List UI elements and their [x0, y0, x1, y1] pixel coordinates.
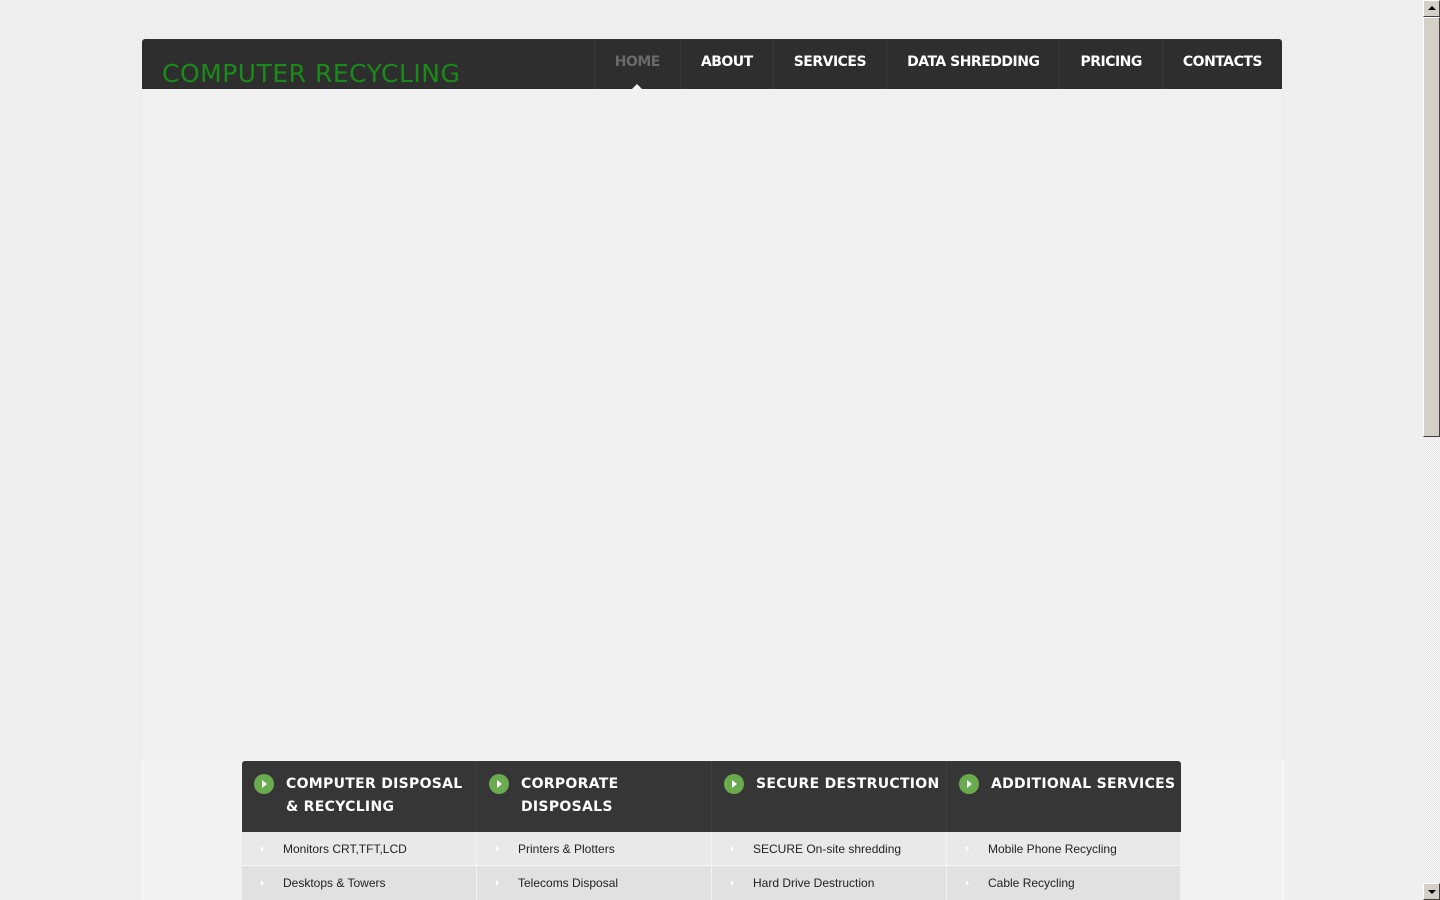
service-column-header: CORPORATE DISPOSALS — [477, 761, 712, 832]
service-column-title[interactable]: ADDITIONAL SERVICES — [991, 773, 1181, 796]
nav-pricing-label: PRICING — [1080, 54, 1142, 70]
bullet-arrow-icon — [261, 880, 264, 886]
bullet-arrow-icon — [731, 880, 734, 886]
service-link[interactable]: SECURE On-site shredding — [712, 832, 947, 866]
arrow-down-icon — [1428, 890, 1436, 894]
service-column-header: SECURE DESTRUCTION — [712, 761, 947, 832]
service-column-corporate-disposals: CORPORATE DISPOSALS Printers & Plotters … — [477, 761, 712, 900]
nav-services[interactable]: SERVICES — [772, 39, 886, 89]
service-link[interactable]: Desktops & Towers — [242, 866, 477, 900]
nav-data-shredding[interactable]: DATA SHREDDING — [886, 39, 1059, 89]
service-link-label: Hard Drive Destruction — [753, 876, 875, 890]
service-link[interactable]: Printers & Plotters — [477, 832, 712, 866]
service-link[interactable]: Monitors CRT,TFT,LCD — [242, 832, 477, 866]
vertical-scrollbar[interactable] — [1423, 0, 1440, 900]
service-column-title[interactable]: COMPUTER DISPOSAL & RECYCLING — [286, 773, 466, 819]
play-circle-icon — [959, 774, 979, 794]
main-nav: HOME ABOUT SERVICES DATA SHREDDING PRICI… — [593, 39, 1282, 89]
nav-about[interactable]: ABOUT — [679, 39, 773, 89]
service-column-title[interactable]: SECURE DESTRUCTION — [756, 773, 946, 796]
service-link-label: Printers & Plotters — [518, 841, 615, 856]
scroll-up-button[interactable] — [1423, 0, 1440, 17]
nav-home[interactable]: HOME — [593, 39, 680, 89]
scroll-down-button[interactable] — [1423, 883, 1440, 900]
service-link[interactable]: Cable Recycling — [947, 866, 1181, 900]
service-link[interactable]: Mobile Phone Recycling — [947, 832, 1181, 866]
service-link-label: SECURE On-site shredding — [753, 841, 902, 856]
service-link[interactable]: Telecoms Disposal — [477, 866, 712, 900]
bullet-arrow-icon — [496, 880, 499, 886]
arrow-up-icon — [1428, 6, 1436, 10]
scrollbar-thumb[interactable] — [1423, 17, 1440, 437]
nav-contacts[interactable]: CONTACTS — [1161, 39, 1282, 89]
bullet-arrow-icon — [966, 845, 969, 852]
service-column-header: COMPUTER DISPOSAL & RECYCLING — [242, 761, 477, 832]
nav-data-shredding-label: DATA SHREDDING — [907, 54, 1040, 70]
service-column-secure-destruction: SECURE DESTRUCTION SECURE On-site shredd… — [712, 761, 947, 900]
nav-contacts-label: CONTACTS — [1182, 54, 1263, 70]
nav-home-label: HOME — [614, 54, 661, 70]
main-content-area — [142, 89, 1282, 760]
service-link-label: Desktops & Towers — [283, 876, 386, 890]
service-link-label: Cable Recycling — [988, 876, 1075, 890]
site-logo[interactable]: COMPUTER RECYCLING — [162, 59, 460, 88]
nav-services-label: SERVICES — [793, 54, 867, 70]
service-column-title[interactable]: CORPORATE DISPOSALS — [521, 773, 651, 819]
play-circle-icon — [254, 774, 274, 794]
service-link-label: Monitors CRT,TFT,LCD — [283, 841, 407, 856]
bullet-arrow-icon — [731, 845, 734, 852]
bullet-arrow-icon — [966, 880, 969, 886]
play-circle-icon — [489, 774, 509, 794]
play-circle-icon — [724, 774, 744, 794]
service-column-additional-services: ADDITIONAL SERVICES Mobile Phone Recycli… — [947, 761, 1181, 900]
service-column-header: ADDITIONAL SERVICES — [947, 761, 1181, 832]
site-header: COMPUTER RECYCLING HOME ABOUT SERVICES D… — [142, 39, 1282, 89]
services-columns: COMPUTER DISPOSAL & RECYCLING Monitors C… — [242, 761, 1181, 900]
service-link[interactable]: Hard Drive Destruction — [712, 866, 947, 900]
service-column-computer-disposal: COMPUTER DISPOSAL & RECYCLING Monitors C… — [242, 761, 477, 900]
bullet-arrow-icon — [496, 845, 499, 852]
nav-about-label: ABOUT — [700, 54, 753, 70]
bullet-arrow-icon — [261, 845, 264, 852]
service-link-label: Telecoms Disposal — [518, 876, 619, 890]
nav-pricing[interactable]: PRICING — [1059, 39, 1161, 89]
service-link-label: Mobile Phone Recycling — [988, 841, 1117, 856]
